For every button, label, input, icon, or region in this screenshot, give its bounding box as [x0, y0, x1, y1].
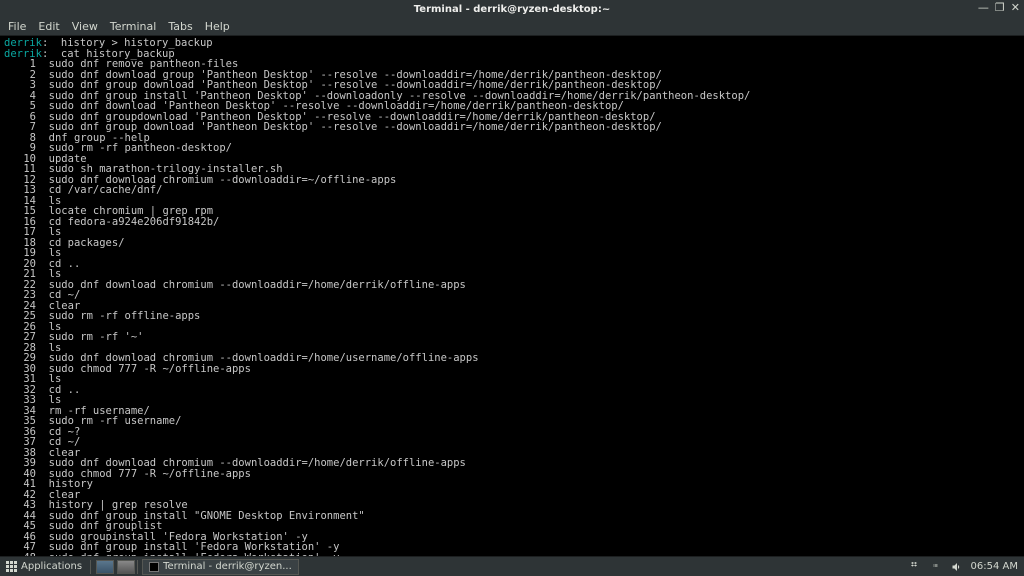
history-command: sudo dnf download chromium --downloaddir…	[49, 279, 466, 291]
menu-tabs[interactable]: Tabs	[168, 20, 192, 33]
window-titlebar[interactable]: Terminal - derrik@ryzen-desktop:~ — ❐ ✕	[0, 0, 1024, 18]
history-number: 25	[4, 311, 36, 322]
close-icon[interactable]: ✕	[1011, 1, 1020, 15]
history-line: 27 sudo rm -rf '~'	[4, 332, 1020, 343]
history-line: 33 ls	[4, 395, 1020, 406]
history-line: 32 cd ..	[4, 385, 1020, 396]
terminal-window: Terminal - derrik@ryzen-desktop:~ — ❐ ✕ …	[0, 0, 1024, 576]
history-line: 13 cd /var/cache/dnf/	[4, 185, 1020, 196]
history-line: 9 sudo rm -rf pantheon-desktop/	[4, 143, 1020, 154]
history-line: 17 ls	[4, 227, 1020, 238]
history-line: 40 sudo chmod 777 -R ~/offline-apps	[4, 469, 1020, 480]
menu-terminal[interactable]: Terminal	[110, 20, 157, 33]
menu-view[interactable]: View	[72, 20, 98, 33]
history-line: 30 sudo chmod 777 -R ~/offline-apps	[4, 364, 1020, 375]
history-command: sudo chmod 777 -R ~/offline-apps	[49, 363, 251, 375]
history-number: 37	[4, 437, 36, 448]
history-number: 15	[4, 206, 36, 217]
dropbox-tray-icon[interactable]	[911, 561, 923, 573]
history-line: 41 history	[4, 479, 1020, 490]
volume-tray-icon[interactable]	[951, 561, 963, 573]
network-tray-icon[interactable]	[931, 561, 943, 573]
history-line: 19 ls	[4, 248, 1020, 259]
history-number: 13	[4, 185, 36, 196]
history-line: 20 cd ..	[4, 259, 1020, 270]
taskbar-separator	[137, 560, 138, 574]
history-number: 21	[4, 269, 36, 280]
history-line: 7 sudo dnf group download 'Pantheon Desk…	[4, 122, 1020, 133]
history-number: 3	[4, 80, 36, 91]
history-line: 35 sudo rm -rf username/	[4, 416, 1020, 427]
history-command: cd /var/cache/dnf/	[49, 184, 163, 196]
history-command: sudo rm -rf offline-apps	[49, 310, 201, 322]
history-line: 31 ls	[4, 374, 1020, 385]
history-line: 26 ls	[4, 322, 1020, 333]
history-number: 47	[4, 542, 36, 553]
taskbar: Applications Terminal - derrik@ryzen... …	[0, 556, 1024, 576]
terminal-task-icon	[149, 562, 159, 572]
maximize-icon[interactable]: ❐	[995, 1, 1005, 15]
minimize-icon[interactable]: —	[978, 1, 989, 15]
history-number: 33	[4, 395, 36, 406]
history-line: 16 cd fedora-a924e206df91842b/	[4, 217, 1020, 228]
history-line: 23 cd ~/	[4, 290, 1020, 301]
history-number: 35	[4, 416, 36, 427]
history-number: 9	[4, 143, 36, 154]
history-line: 37 cd ~/	[4, 437, 1020, 448]
menu-file[interactable]: File	[8, 20, 26, 33]
launcher-button[interactable]	[117, 560, 135, 574]
taskbar-task-label: Terminal - derrik@ryzen...	[163, 561, 292, 572]
applications-label: Applications	[21, 561, 82, 572]
history-number: 23	[4, 290, 36, 301]
history-number: 27	[4, 332, 36, 343]
show-desktop-button[interactable]	[96, 560, 114, 574]
history-line: 18 cd packages/	[4, 238, 1020, 249]
history-number: 31	[4, 374, 36, 385]
history-line: 36 cd ~?	[4, 427, 1020, 438]
menubar: File Edit View Terminal Tabs Help	[0, 18, 1024, 36]
history-line: 22 sudo dnf download chromium --download…	[4, 280, 1020, 291]
taskbar-clock[interactable]: 06:54 AM	[971, 561, 1018, 572]
history-number: 19	[4, 248, 36, 259]
applications-grid-icon	[6, 561, 17, 572]
history-number: 11	[4, 164, 36, 175]
system-tray: 06:54 AM	[905, 561, 1024, 573]
terminal-output[interactable]: derrik: history > history_backupderrik: …	[0, 36, 1024, 576]
history-command: cd fedora-a924e206df91842b/	[49, 216, 220, 228]
history-command: sudo rm -rf '~'	[49, 331, 144, 343]
history-number: 45	[4, 521, 36, 532]
history-number: 43	[4, 500, 36, 511]
menu-edit[interactable]: Edit	[38, 20, 59, 33]
applications-menu-button[interactable]: Applications	[0, 557, 88, 576]
menu-help[interactable]: Help	[205, 20, 230, 33]
history-number: 17	[4, 227, 36, 238]
history-number: 5	[4, 101, 36, 112]
history-number: 41	[4, 479, 36, 490]
window-controls: — ❐ ✕	[978, 1, 1020, 15]
history-line: 25 sudo rm -rf offline-apps	[4, 311, 1020, 322]
history-number: 29	[4, 353, 36, 364]
history-number: 39	[4, 458, 36, 469]
taskbar-separator	[90, 560, 91, 574]
history-number: 7	[4, 122, 36, 133]
taskbar-task-terminal[interactable]: Terminal - derrik@ryzen...	[142, 559, 299, 575]
history-number: 1	[4, 59, 36, 70]
window-title: Terminal - derrik@ryzen-desktop:~	[0, 4, 1024, 15]
